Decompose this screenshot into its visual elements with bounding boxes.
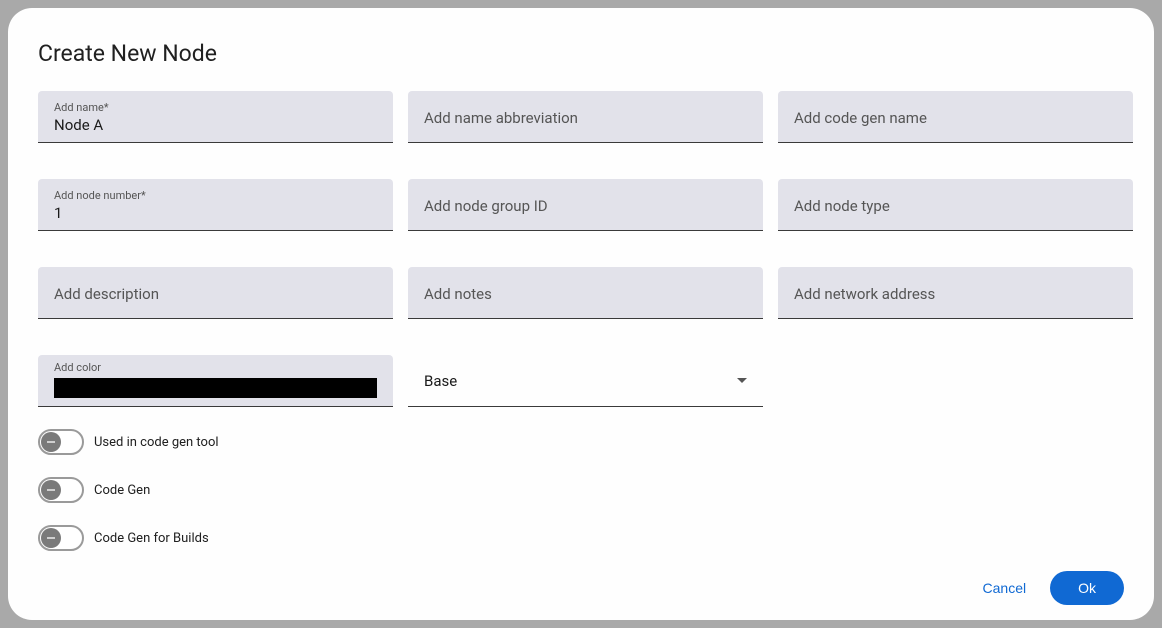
group-id-placeholder: Add node group ID	[424, 197, 747, 215]
color-label: Add color	[54, 361, 377, 374]
toggle-label-code-gen: Code Gen	[94, 483, 150, 498]
toggle-knob-icon	[41, 528, 61, 548]
network-address-placeholder: Add network address	[794, 285, 1117, 303]
toggle-row-code-gen-builds: Code Gen for Builds	[38, 525, 1124, 551]
node-number-value: 1	[54, 204, 377, 222]
toggle-code-gen[interactable]	[38, 477, 84, 503]
abbrev-placeholder: Add name abbreviation	[424, 109, 747, 127]
node-type-field[interactable]: Add node type	[778, 179, 1133, 231]
abbrev-field[interactable]: Add name abbreviation	[408, 91, 763, 143]
name-value: Node A	[54, 116, 377, 134]
name-field[interactable]: Add name* Node A	[38, 91, 393, 143]
codegen-name-placeholder: Add code gen name	[794, 109, 1117, 127]
toggle-knob-icon	[41, 480, 61, 500]
dialog-actions: Cancel Ok	[38, 551, 1124, 605]
base-select-value: Base	[424, 372, 457, 390]
description-field[interactable]: Add description	[38, 267, 393, 319]
notes-placeholder: Add notes	[424, 285, 747, 303]
toggle-code-gen-builds[interactable]	[38, 525, 84, 551]
ok-button[interactable]: Ok	[1050, 571, 1124, 605]
name-label: Add name*	[54, 101, 377, 114]
toggle-used-in-tool[interactable]	[38, 429, 84, 455]
chevron-down-icon	[737, 378, 747, 383]
toggle-knob-icon	[41, 432, 61, 452]
cancel-button[interactable]: Cancel	[977, 572, 1033, 604]
codegen-name-field[interactable]: Add code gen name	[778, 91, 1133, 143]
node-number-field[interactable]: Add node number* 1	[38, 179, 393, 231]
toggle-row-code-gen: Code Gen	[38, 477, 1124, 503]
toggle-label-used-in-tool: Used in code gen tool	[94, 435, 219, 450]
color-swatch	[54, 378, 377, 398]
base-select[interactable]: Base	[408, 355, 763, 407]
notes-field[interactable]: Add notes	[408, 267, 763, 319]
description-placeholder: Add description	[54, 285, 377, 303]
toggle-label-code-gen-builds: Code Gen for Builds	[94, 531, 209, 546]
color-field[interactable]: Add color	[38, 355, 393, 407]
group-id-field[interactable]: Add node group ID	[408, 179, 763, 231]
toggle-row-used-in-tool: Used in code gen tool	[38, 429, 1124, 455]
toggles-section: Used in code gen tool Code Gen Code Gen …	[38, 429, 1124, 551]
dialog-title: Create New Node	[38, 40, 1124, 67]
form-grid: Add name* Node A Add name abbreviation A…	[38, 91, 1124, 407]
network-address-field[interactable]: Add network address	[778, 267, 1133, 319]
node-number-label: Add node number*	[54, 189, 377, 202]
create-node-dialog: Create New Node Add name* Node A Add nam…	[8, 8, 1154, 620]
node-type-placeholder: Add node type	[794, 197, 1117, 215]
